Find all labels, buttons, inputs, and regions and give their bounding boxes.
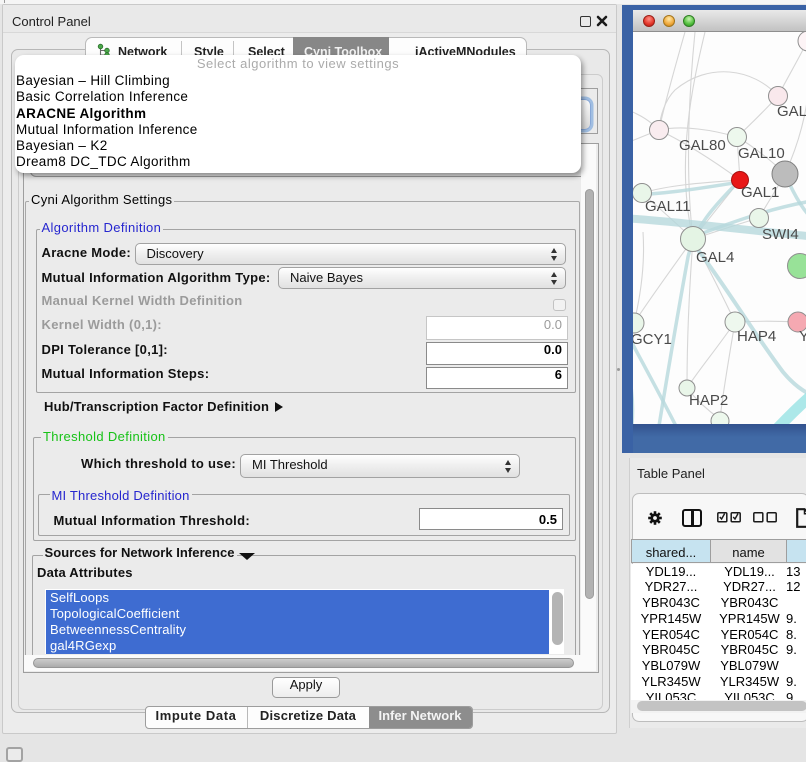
svg-text:GAL: GAL [777, 103, 806, 120]
svg-text:GCY1: GCY1 [633, 331, 672, 348]
svg-text:GAL10: GAL10 [738, 145, 785, 162]
svg-text:HAP4: HAP4 [737, 328, 776, 345]
svg-text:Y: Y [799, 328, 806, 345]
svg-text:GAL80: GAL80 [679, 137, 726, 154]
svg-text:GAL1: GAL1 [741, 184, 779, 201]
svg-text:GAL11: GAL11 [645, 198, 691, 215]
svg-text:HAP2: HAP2 [689, 392, 728, 409]
svg-text:SWI4: SWI4 [762, 226, 799, 243]
svg-text:GAL4: GAL4 [696, 249, 734, 266]
